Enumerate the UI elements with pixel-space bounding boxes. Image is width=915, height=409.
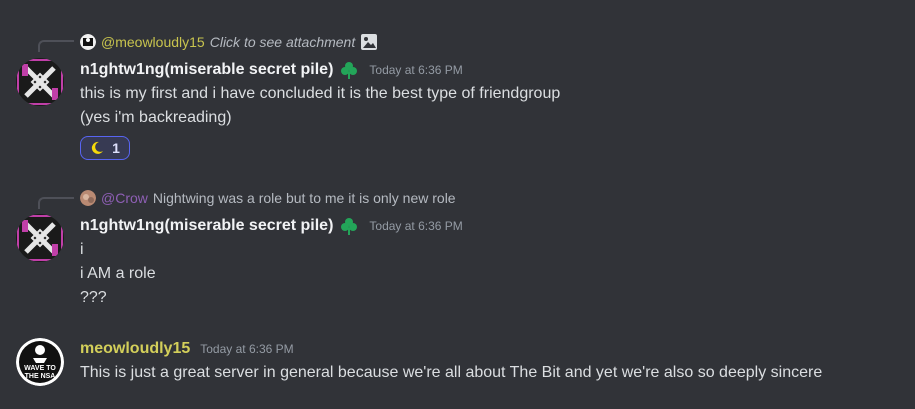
message-header: n1ghtw1ng(miserable secret pile) Today a… — [80, 59, 463, 81]
username[interactable]: n1ghtw1ng(miserable secret pile) — [80, 217, 333, 235]
avatar[interactable] — [16, 214, 64, 262]
message-line: i AM a role — [80, 265, 156, 282]
message-3: WAVE TO THE NSA meowloudly15 Today at 6:… — [0, 338, 915, 398]
message-line: ??? — [80, 289, 107, 306]
timestamp[interactable]: Today at 6:36 PM — [369, 219, 462, 233]
reaction-button[interactable]: 1 — [80, 136, 130, 160]
message-line: This is just a great server in general b… — [80, 364, 823, 381]
clover-icon[interactable] — [339, 60, 359, 80]
reply-author[interactable]: @meowloudly15 — [101, 34, 205, 50]
avatar-text-1: WAVE TO — [24, 365, 56, 372]
message-header: meowloudly15 Today at 6:36 PM — [80, 338, 294, 360]
message-2: @Crow Nightwing was a role but to me it … — [0, 187, 915, 307]
username[interactable]: n1ghtw1ng(miserable secret pile) — [80, 61, 333, 79]
image-icon — [360, 33, 378, 51]
avatar-text-2: THE NSA — [25, 373, 56, 380]
message-line: (yes i'm backreading) — [80, 109, 232, 126]
reply-spine — [38, 197, 74, 209]
avatar[interactable]: WAVE TO THE NSA — [16, 338, 64, 386]
reply-text[interactable]: Nightwing was a role but to me it is onl… — [153, 190, 456, 206]
message-header: n1ghtw1ng(miserable secret pile) Today a… — [80, 215, 463, 237]
message-line: i — [80, 241, 84, 258]
message-1: @meowloudly15 Click to see attachment n1… — [0, 30, 915, 170]
reply-avatar[interactable] — [80, 190, 96, 206]
avatar[interactable] — [16, 58, 64, 106]
reaction-count: 1 — [112, 140, 120, 156]
reply-author[interactable]: @Crow — [101, 190, 148, 206]
reply-avatar[interactable] — [80, 34, 96, 50]
timestamp[interactable]: Today at 6:36 PM — [200, 342, 293, 356]
reply-preview[interactable]: @meowloudly15 Click to see attachment — [80, 32, 378, 52]
crescent-moon-icon — [90, 141, 104, 155]
clover-icon[interactable] — [339, 216, 359, 236]
message-line: this is my first and i have concluded it… — [80, 85, 561, 102]
reply-preview[interactable]: @Crow Nightwing was a role but to me it … — [80, 188, 456, 208]
reply-spine — [38, 40, 74, 52]
username[interactable]: meowloudly15 — [80, 340, 190, 358]
reply-text[interactable]: Click to see attachment — [210, 34, 356, 50]
timestamp[interactable]: Today at 6:36 PM — [369, 63, 462, 77]
